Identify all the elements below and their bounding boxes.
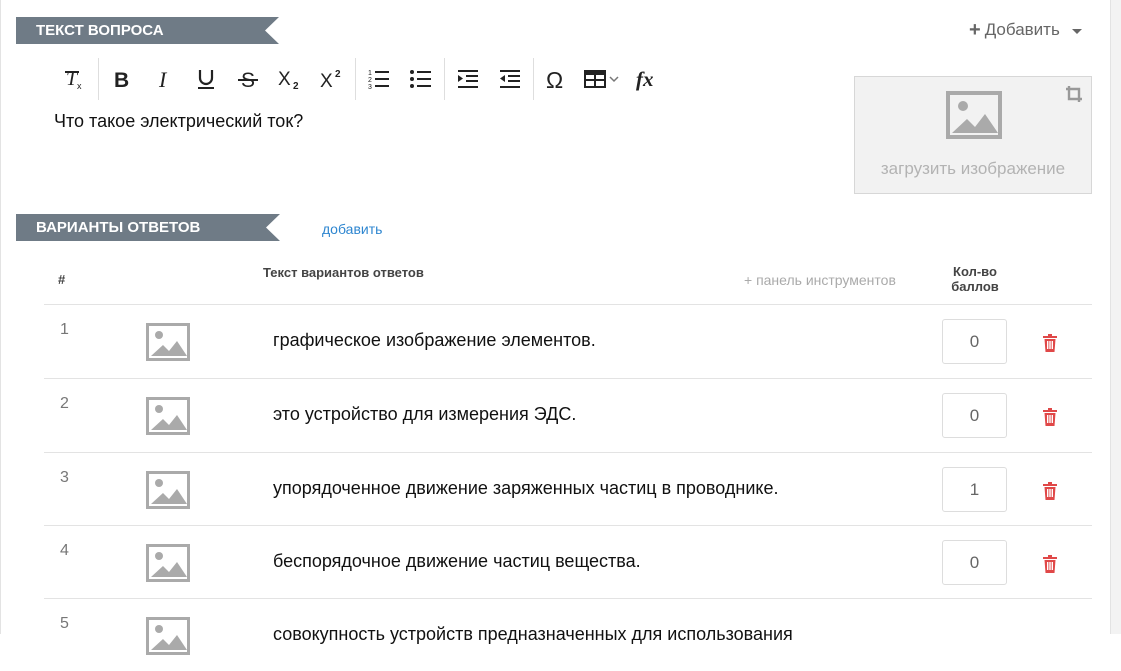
answer-number: 1 xyxy=(60,321,69,338)
underline-icon[interactable] xyxy=(185,60,227,98)
answer-row: 1 графическое изображение элементов. 0 xyxy=(44,304,1092,377)
trash-icon[interactable] xyxy=(1042,408,1058,426)
italic-icon[interactable]: I xyxy=(143,60,185,98)
strikethrough-icon[interactable]: S xyxy=(227,60,269,98)
crop-icon[interactable] xyxy=(1065,85,1083,103)
question-text[interactable]: Что такое электрический ток? xyxy=(54,111,303,132)
svg-text:1: 1 xyxy=(368,70,372,77)
svg-text:X: X xyxy=(320,71,333,91)
formula-icon[interactable]: fx xyxy=(628,60,670,98)
column-header-number: # xyxy=(58,272,66,287)
answer-row: 3 упорядоченное движение заряженных част… xyxy=(44,452,1092,525)
table-icon[interactable] xyxy=(578,60,628,98)
answer-number: 5 xyxy=(60,615,69,632)
answer-row: 2 это устройство для измерения ЭДС. 0 xyxy=(44,378,1092,451)
answer-number: 3 xyxy=(60,469,69,486)
superscript-icon[interactable]: X2 xyxy=(311,60,353,98)
image-placeholder-icon xyxy=(946,91,1002,139)
toolbar-separator xyxy=(98,58,99,100)
bullet-list-icon[interactable] xyxy=(400,60,442,98)
svg-text:Ω: Ω xyxy=(546,67,563,91)
answer-text[interactable]: беспорядочное движение частиц вещества. xyxy=(273,551,641,572)
plus-icon: + xyxy=(969,19,981,41)
question-section-title: ТЕКСТ ВОПРОСА xyxy=(16,17,279,44)
indent-icon[interactable] xyxy=(447,60,489,98)
svg-text:I: I xyxy=(158,67,168,91)
numbered-list-icon[interactable]: 123 xyxy=(358,60,400,98)
add-dropdown-button[interactable]: + Добавить xyxy=(969,20,1082,40)
add-dropdown-label: Добавить xyxy=(984,20,1060,39)
add-answer-link[interactable]: добавить xyxy=(322,221,382,237)
image-placeholder-icon[interactable] xyxy=(146,471,190,509)
scrollbar-track[interactable] xyxy=(1110,0,1121,634)
svg-text:X: X xyxy=(278,69,291,90)
image-placeholder-icon[interactable] xyxy=(146,617,190,655)
trash-icon[interactable] xyxy=(1042,482,1058,500)
answer-text[interactable]: совокупность устройств предназначенных д… xyxy=(273,624,793,645)
svg-text:2: 2 xyxy=(293,81,299,91)
toolbar-separator xyxy=(355,58,356,100)
image-placeholder-icon[interactable] xyxy=(146,544,190,582)
answer-row: 5 совокупность устройств предназначенных… xyxy=(44,598,1092,671)
column-header-text: Текст вариантов ответов xyxy=(263,265,424,280)
score-input[interactable]: 0 xyxy=(942,393,1007,438)
svg-text:2: 2 xyxy=(368,77,372,84)
bold-icon[interactable]: B xyxy=(101,60,143,98)
answer-text[interactable]: упорядоченное движение заряженных частиц… xyxy=(273,478,779,499)
toolbar-separator xyxy=(444,58,445,100)
trash-icon[interactable] xyxy=(1042,555,1058,573)
special-char-icon[interactable]: Ω xyxy=(536,60,578,98)
left-border xyxy=(0,0,1,634)
image-placeholder-icon[interactable] xyxy=(146,397,190,435)
toolbar-toggle-link[interactable]: + панель инструментов xyxy=(744,272,896,288)
score-input[interactable]: 0 xyxy=(942,540,1007,585)
svg-text:3: 3 xyxy=(368,84,372,91)
answer-row: 4 беспорядочное движение частиц вещества… xyxy=(44,525,1092,598)
svg-text:B: B xyxy=(114,69,129,91)
outdent-icon[interactable] xyxy=(489,60,531,98)
clear-format-icon[interactable]: Tx xyxy=(54,60,96,98)
editor-toolbar: Tx B I S X2 X2 123 Ω fx xyxy=(54,58,670,100)
answer-number: 2 xyxy=(60,395,69,412)
svg-text:2: 2 xyxy=(335,69,341,80)
answer-number: 4 xyxy=(60,542,69,559)
caret-down-icon xyxy=(1071,28,1082,34)
answers-section-title: ВАРИАНТЫ ОТВЕТОВ xyxy=(16,214,280,241)
svg-text:x: x xyxy=(77,81,82,91)
trash-icon[interactable] xyxy=(1042,334,1058,352)
score-input[interactable]: 1 xyxy=(942,467,1007,512)
score-input[interactable]: 0 xyxy=(942,319,1007,364)
svg-text:fx: fx xyxy=(636,67,654,91)
answer-text[interactable]: графическое изображение элементов. xyxy=(273,330,596,351)
answer-text[interactable]: это устройство для измерения ЭДС. xyxy=(273,404,576,425)
image-upload-area[interactable]: загрузить изображение xyxy=(854,76,1092,194)
subscript-icon[interactable]: X2 xyxy=(269,60,311,98)
toolbar-separator xyxy=(533,58,534,100)
image-placeholder-icon[interactable] xyxy=(146,323,190,361)
image-upload-label: загрузить изображение xyxy=(880,159,1066,178)
column-header-score: Кол-во баллов xyxy=(951,264,999,294)
